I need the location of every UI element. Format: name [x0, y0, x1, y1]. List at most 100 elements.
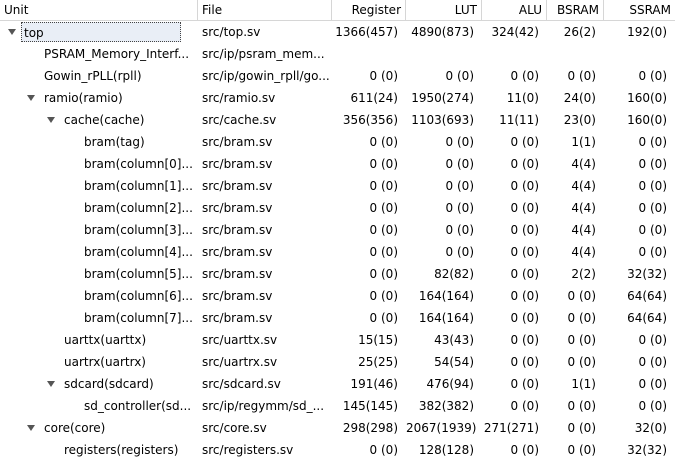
- bsram-cell: 4(4): [571, 157, 596, 171]
- bsram-cell: 0 (0): [567, 355, 596, 369]
- register-cell: 191(46): [350, 377, 398, 391]
- header-alu[interactable]: ALU: [482, 0, 547, 20]
- file-cell: src/bram.sv: [202, 311, 273, 325]
- file-cell: src/bram.sv: [202, 135, 273, 149]
- tree-row-uarttx[interactable]: uarttx(uarttx) src/uarttx.sv 15(15) 43(4…: [0, 329, 675, 351]
- ssram-cell: 64(64): [627, 311, 667, 325]
- lut-cell: 4890(873): [411, 25, 474, 39]
- file-cell: src/sdcard.sv: [202, 377, 281, 391]
- ssram-cell: 0 (0): [638, 201, 667, 215]
- tree-row-sd-controller[interactable]: sd_controller(sd... src/ip/regymm/sd_...…: [0, 395, 675, 417]
- alu-cell: 0 (0): [510, 399, 539, 413]
- lut-cell: 1950(274): [411, 91, 474, 105]
- file-cell: src/bram.sv: [202, 245, 273, 259]
- unit-name: bram(column[4]...: [84, 245, 193, 259]
- tree-row-ramio[interactable]: ramio(ramio) src/ramio.sv 611(24) 1950(2…: [0, 87, 675, 109]
- bsram-cell: 4(4): [571, 201, 596, 215]
- tree-row-registers[interactable]: registers(registers) src/registers.sv 0 …: [0, 439, 675, 461]
- unit-cell: bram(column[4]...: [0, 241, 198, 263]
- tree-row-bram-column-5[interactable]: bram(column[5]... src/bram.sv 0 (0) 82(8…: [0, 263, 675, 285]
- register-cell: 0 (0): [369, 267, 398, 281]
- lut-cell: 164(164): [418, 311, 474, 325]
- tree-row-psram[interactable]: PSRAM_Memory_Interf... src/ip/psram_mem.…: [0, 43, 675, 65]
- tree-row-bram-column-0[interactable]: bram(column[0]... src/bram.sv 0 (0) 0 (0…: [0, 153, 675, 175]
- alu-cell: 0 (0): [510, 333, 539, 347]
- tree-row-core[interactable]: core(core) src/core.sv 298(298) 2067(193…: [0, 417, 675, 439]
- tree-row-bram-column-7[interactable]: bram(column[7]... src/bram.sv 0 (0) 164(…: [0, 307, 675, 329]
- lut-cell: 43(43): [434, 333, 474, 347]
- header-unit[interactable]: Unit: [0, 0, 198, 20]
- header-lut[interactable]: LUT: [406, 0, 482, 20]
- tree-row-bram-column-6[interactable]: bram(column[6]... src/bram.sv 0 (0) 164(…: [0, 285, 675, 307]
- unit-name: bram(column[3]...: [84, 223, 193, 237]
- unit-cell: bram(column[3]...: [0, 219, 198, 241]
- register-cell: 0 (0): [369, 157, 398, 171]
- header-register[interactable]: Register: [332, 0, 406, 20]
- tree-row-bram-column-1[interactable]: bram(column[1]... src/bram.sv 0 (0) 0 (0…: [0, 175, 675, 197]
- header-ssram[interactable]: SSRAM: [604, 0, 675, 20]
- unit-name: bram(column[6]...: [84, 289, 193, 303]
- bsram-cell: 4(4): [571, 223, 596, 237]
- ssram-cell: 32(0): [634, 421, 667, 435]
- expand-arrow-icon[interactable]: [47, 117, 55, 123]
- alu-cell: 0 (0): [510, 135, 539, 149]
- file-cell: src/uartrx.sv: [202, 355, 278, 369]
- unit-cell: bram(column[7]...: [0, 307, 198, 329]
- bsram-cell: 23(0): [563, 113, 596, 127]
- file-cell: src/ip/gowin_rpll/go...: [202, 69, 330, 83]
- expand-arrow-icon[interactable]: [47, 381, 55, 387]
- bsram-cell: 0 (0): [567, 443, 596, 457]
- unit-cell: bram(column[0]...: [0, 153, 198, 175]
- register-cell: 0 (0): [369, 69, 398, 83]
- register-cell: 0 (0): [369, 201, 398, 215]
- lut-cell: 0 (0): [445, 157, 474, 171]
- alu-cell: 0 (0): [510, 377, 539, 391]
- tree-row-cache[interactable]: cache(cache) src/cache.sv 356(356) 1103(…: [0, 109, 675, 131]
- tree-row-top[interactable]: top src/top.sv 1366(457) 4890(873) 324(4…: [0, 21, 675, 43]
- unit-name: core(core): [44, 421, 106, 435]
- unit-name: registers(registers): [64, 443, 179, 457]
- unit-cell: bram(tag): [0, 131, 198, 153]
- register-cell: 0 (0): [369, 179, 398, 193]
- ssram-cell: 0 (0): [638, 399, 667, 413]
- lut-cell: 0 (0): [445, 223, 474, 237]
- tree-rows: top src/top.sv 1366(457) 4890(873) 324(4…: [0, 21, 675, 461]
- register-cell: 1366(457): [335, 25, 398, 39]
- header-file[interactable]: File: [198, 0, 332, 20]
- ssram-cell: 32(32): [627, 443, 667, 457]
- bsram-cell: 0 (0): [567, 289, 596, 303]
- ssram-cell: 0 (0): [638, 333, 667, 347]
- unit-cell: core(core): [0, 417, 198, 439]
- file-cell: src/bram.sv: [202, 223, 273, 237]
- expand-arrow-icon[interactable]: [8, 29, 16, 35]
- unit-name: sdcard(sdcard): [64, 377, 154, 391]
- unit-name: bram(column[2]...: [84, 201, 193, 215]
- expand-arrow-icon[interactable]: [27, 425, 35, 431]
- file-cell: src/bram.sv: [202, 201, 273, 215]
- tree-row-uartrx[interactable]: uartrx(uartrx) src/uartrx.sv 25(25) 54(5…: [0, 351, 675, 373]
- bsram-cell: 0 (0): [567, 311, 596, 325]
- tree-row-bram-column-2[interactable]: bram(column[2]... src/bram.sv 0 (0) 0 (0…: [0, 197, 675, 219]
- lut-cell: 476(94): [426, 377, 474, 391]
- tree-row-bram-column-4[interactable]: bram(column[4]... src/bram.sv 0 (0) 0 (0…: [0, 241, 675, 263]
- tree-row-bram-column-3[interactable]: bram(column[3]... src/bram.sv 0 (0) 0 (0…: [0, 219, 675, 241]
- tree-row-rpll[interactable]: Gowin_rPLL(rpll) src/ip/gowin_rpll/go...…: [0, 65, 675, 87]
- bsram-cell: 24(0): [563, 91, 596, 105]
- resource-usage-tree[interactable]: Unit File Register LUT ALU BSRAM SSRAM t…: [0, 0, 675, 470]
- alu-cell: 0 (0): [510, 267, 539, 281]
- alu-cell: 0 (0): [510, 223, 539, 237]
- unit-name: ramio(ramio): [44, 91, 123, 105]
- file-cell: src/core.sv: [202, 421, 267, 435]
- ssram-cell: 0 (0): [638, 157, 667, 171]
- unit-cell: cache(cache): [0, 109, 198, 131]
- lut-cell: 82(82): [434, 267, 474, 281]
- expand-arrow-icon[interactable]: [27, 95, 35, 101]
- tree-row-sdcard[interactable]: sdcard(sdcard) src/sdcard.sv 191(46) 476…: [0, 373, 675, 395]
- unit-cell: registers(registers): [0, 439, 198, 461]
- header-bsram[interactable]: BSRAM: [547, 0, 604, 20]
- alu-cell: 0 (0): [510, 443, 539, 457]
- register-cell: 145(145): [342, 399, 398, 413]
- ssram-cell: [604, 43, 675, 65]
- tree-row-bram-tag[interactable]: bram(tag) src/bram.sv 0 (0) 0 (0) 0 (0) …: [0, 131, 675, 153]
- file-cell: src/registers.sv: [202, 443, 294, 457]
